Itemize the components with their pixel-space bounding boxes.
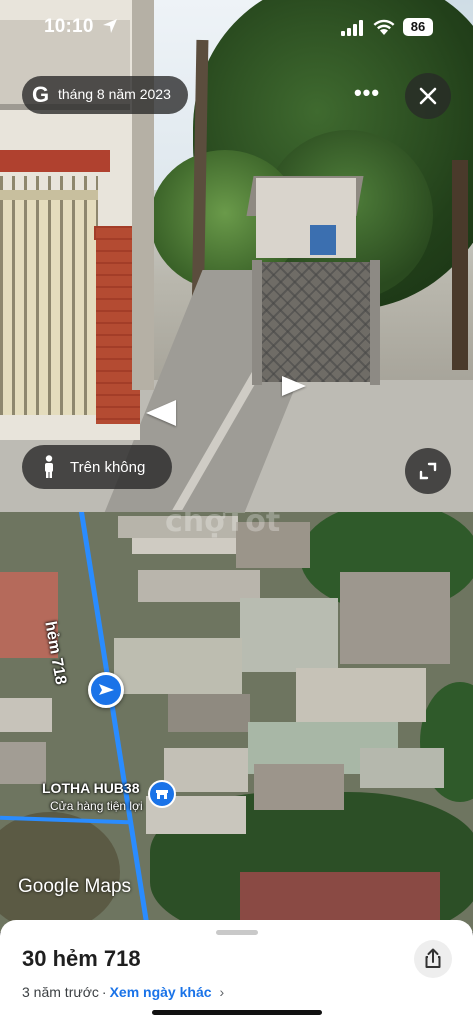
expand-button[interactable] (405, 448, 451, 494)
status-bar: 10:10 86 (0, 0, 473, 56)
move-arrow-left-icon[interactable] (146, 400, 176, 426)
close-button[interactable] (405, 73, 451, 119)
watermark: chợTốt (165, 512, 281, 539)
shop-icon[interactable] (148, 780, 176, 808)
wifi-icon (373, 19, 395, 35)
navigation-marker-icon[interactable] (88, 672, 124, 708)
rooftop (0, 742, 46, 784)
place-title: 30 hẻm 718 (22, 946, 141, 971)
fence-post (252, 260, 262, 385)
close-icon (419, 87, 437, 105)
metal-gate (0, 190, 98, 415)
battery-level: 86 (403, 18, 433, 36)
tree-trunk-right (452, 160, 468, 370)
chain-link-fence (252, 262, 380, 382)
google-maps-attribution: Google Maps (18, 876, 132, 897)
expand-icon (419, 462, 437, 480)
rooftop (296, 668, 426, 722)
navigation-arrow-icon (99, 684, 114, 695)
rooftop (132, 538, 236, 554)
aerial-view-button[interactable]: Trên không (22, 445, 172, 489)
shop-name-label[interactable]: LOTHA HUB38 (42, 780, 140, 796)
aerial-view-label: Trên không (70, 459, 146, 476)
rooftop (114, 638, 242, 694)
rooftop (164, 748, 248, 792)
share-icon (425, 948, 441, 968)
home-indicator[interactable] (152, 1010, 322, 1015)
satellite-map[interactable]: chợTốt hẻm 718 LOTHA HUB38 Cửa hàng tiện… (0, 512, 473, 932)
shop-category-label: Cửa hàng tiện lợi (50, 799, 143, 813)
fence-post (370, 260, 380, 385)
share-button[interactable] (414, 940, 452, 978)
imagery-age: 3 năm trước (22, 984, 99, 1000)
person-icon (45, 455, 53, 478)
utility-pole (132, 0, 154, 390)
rooftop (340, 572, 450, 664)
street-view-panorama[interactable]: 10:10 86 G tháng 8 năm 2023 ••• Trên khô… (0, 0, 473, 512)
storefront-icon (156, 790, 168, 799)
see-other-dates-link[interactable]: Xem ngày khác (110, 984, 212, 1000)
capture-date-pill[interactable]: G tháng 8 năm 2023 (22, 76, 188, 114)
rooftop (254, 764, 344, 810)
google-g-icon: G (32, 82, 50, 107)
imagery-age-row: 3 năm trước · Xem ngày khác › (22, 984, 224, 1000)
street-name-label: hẻm 718 (41, 620, 70, 687)
terrain-patch (0, 812, 120, 932)
left-building-red-trim (0, 150, 110, 172)
rooftop (240, 598, 338, 672)
chevron-right-icon[interactable]: › (220, 984, 225, 1000)
house-door (310, 225, 336, 255)
move-arrow-right-icon[interactable] (282, 376, 306, 396)
rooftop (360, 748, 444, 788)
sheet-drag-handle[interactable] (216, 930, 258, 935)
house (256, 178, 356, 258)
location-arrow-icon (103, 19, 117, 33)
status-time: 10:10 (44, 16, 94, 37)
place-bottom-sheet[interactable]: 30 hẻm 718 3 năm trước · Xem ngày khác › (0, 920, 473, 1024)
signal-icon (341, 20, 363, 36)
more-icon[interactable]: ••• (352, 78, 382, 112)
rooftop (0, 698, 52, 732)
capture-date-label: tháng 8 năm 2023 (58, 86, 171, 102)
rooftop (168, 694, 250, 732)
separator-dot: · (101, 984, 107, 1000)
